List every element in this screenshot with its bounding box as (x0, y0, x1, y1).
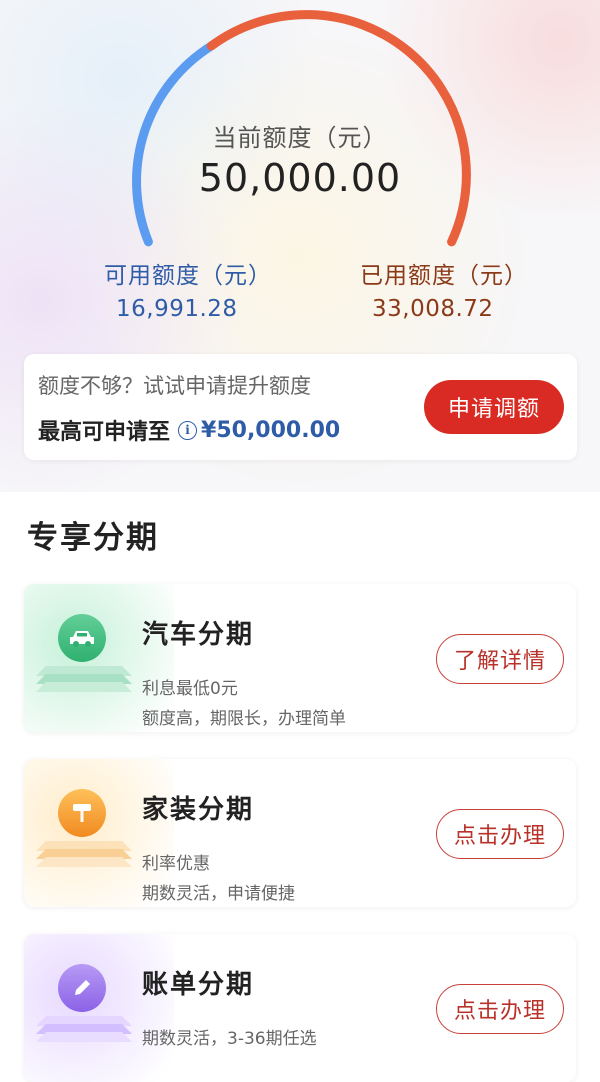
paint-illustration (32, 779, 142, 889)
installment-card-car[interactable]: 汽车分期 利息最低0元 额度高，期限长，办理简单 了解详情 (24, 584, 576, 732)
promo-max-amount: ¥50,000.00 (201, 417, 341, 443)
used-quota-label: 已用额度（元） (360, 263, 528, 289)
paint-roller-icon (58, 789, 106, 837)
card-title: 家装分期 (142, 795, 255, 825)
pencil-icon (58, 964, 106, 1012)
apply-adjust-quota-button[interactable]: 申请调额 (424, 380, 564, 434)
promo-hint: 额度不够？试试申请提升额度 (38, 374, 311, 398)
learn-more-button[interactable]: 了解详情 (436, 634, 564, 684)
card-subtitle: 利息最低0元 (142, 679, 238, 699)
info-icon[interactable]: i (178, 420, 198, 440)
promo-max-line: 最高可申请至 i ¥50,000.00 (38, 414, 340, 446)
card-title: 账单分期 (142, 970, 255, 1000)
card-subtitle: 期数灵活，3-36期任选 (142, 1029, 317, 1049)
promo-max-label: 最高可申请至 (38, 420, 171, 445)
used-quota-value: 33,008.72 (372, 296, 494, 322)
used-quota: 已用额度（元） 33,008.72 (360, 256, 528, 322)
apply-now-button[interactable]: 点击办理 (436, 809, 564, 859)
installment-card-bill[interactable]: 账单分期 期数灵活，3-36期任选 点击办理 (24, 934, 576, 1082)
current-quota-label: 当前额度（元） (212, 124, 388, 152)
available-quota-label: 可用额度（元） (104, 263, 272, 289)
available-quota: 可用额度（元） 16,991.28 (104, 256, 272, 322)
installment-card-home-decor[interactable]: 家装分期 利率优惠 期数灵活，申请便捷 点击办理 (24, 759, 576, 907)
card-title: 汽车分期 (142, 620, 255, 650)
card-subtitle: 利率优惠 (142, 854, 210, 874)
current-quota-amount: 50,000.00 (198, 156, 402, 200)
car-illustration (32, 604, 142, 714)
section-title: 专享分期 (27, 520, 159, 556)
available-quota-value: 16,991.28 (116, 296, 238, 322)
quota-increase-card: 额度不够？试试申请提升额度 最高可申请至 i ¥50,000.00 申请调额 (24, 354, 577, 460)
card-description: 期数灵活，申请便捷 (142, 884, 295, 904)
car-icon (58, 614, 106, 662)
apply-now-button[interactable]: 点击办理 (436, 984, 564, 1034)
card-description: 额度高，期限长，办理简单 (142, 709, 346, 729)
